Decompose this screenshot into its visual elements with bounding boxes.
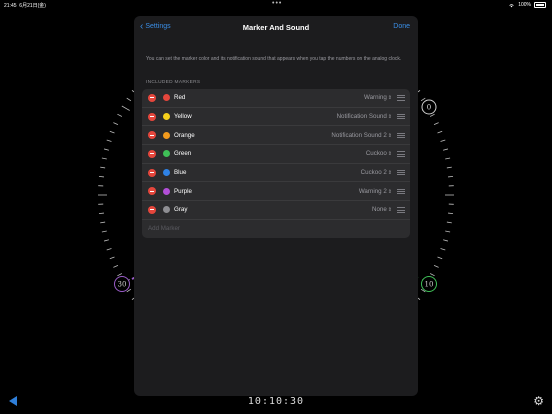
clock-tick <box>109 130 115 134</box>
markers-list: Red Warning⇕ Yellow Notification Sound⇕ … <box>142 89 410 238</box>
marker-row-purple: Purple Warning 2⇕ <box>142 182 410 202</box>
delete-button[interactable] <box>148 131 156 140</box>
clock-tick <box>440 248 446 251</box>
add-marker-input[interactable]: Add Marker <box>148 225 180 232</box>
clock-tick <box>448 175 454 178</box>
clock-tick <box>121 105 130 111</box>
sound-select[interactable]: Warning⇕ <box>364 94 392 101</box>
color-dot <box>163 113 170 121</box>
delete-button[interactable] <box>148 187 156 196</box>
marker-and-sound-sheet: ‹ Settings Marker And Sound Done You can… <box>134 16 418 396</box>
chevron-updown-icon: ⇕ <box>387 114 392 121</box>
section-header: INCLUDED MARKERS <box>146 80 201 85</box>
delete-button[interactable] <box>148 205 156 214</box>
marker-name[interactable]: Yellow <box>174 113 192 120</box>
clock-tick <box>100 166 106 169</box>
page-title: Marker And Sound <box>242 23 310 32</box>
add-marker-row[interactable]: Add Marker <box>142 220 410 238</box>
marker-row-red: Red Warning⇕ <box>142 89 410 108</box>
clock-tick <box>103 148 109 151</box>
clock-tick <box>446 166 452 169</box>
sound-select[interactable]: Notification Sound 2⇕ <box>331 132 392 139</box>
clock-label-10: 10 <box>425 281 434 289</box>
chevron-updown-icon: ⇕ <box>387 151 392 158</box>
clock-tick <box>437 256 443 260</box>
drag-handle-icon[interactable] <box>397 170 405 176</box>
chevron-updown-icon: ⇕ <box>387 207 392 214</box>
sound-select[interactable]: Warning 2⇕ <box>359 188 392 195</box>
marker-row-green: Green Cuckoo⇕ <box>142 145 410 164</box>
clock-tick <box>113 122 119 125</box>
clock-tick <box>101 157 107 160</box>
clock-tick <box>126 97 132 102</box>
sound-select[interactable]: Cuckoo⇕ <box>366 150 392 157</box>
digital-time: 10:10:30 <box>247 396 305 407</box>
clock-tick <box>433 265 439 268</box>
clock-tick <box>448 212 454 215</box>
marker-name[interactable]: Orange <box>174 132 195 139</box>
marker-row-blue: Blue Cuckoo 2⇕ <box>142 164 410 183</box>
clock-tick <box>106 248 112 251</box>
clock-tick <box>98 175 104 178</box>
color-dot <box>163 94 170 102</box>
color-dot <box>163 169 170 177</box>
clock-tick <box>440 139 446 142</box>
clock-label-0: 0 <box>427 104 431 112</box>
clock-tick <box>446 221 452 224</box>
sound-select[interactable]: Cuckoo 2⇕ <box>361 169 392 176</box>
marker-row-yellow: Yellow Notification Sound⇕ <box>142 108 410 127</box>
clock-tick <box>117 273 123 277</box>
marker-row-orange: Orange Notification Sound 2⇕ <box>142 126 410 146</box>
gear-icon[interactable]: ⚙ <box>533 394 544 408</box>
clock-tick <box>445 157 451 160</box>
delete-button[interactable] <box>148 112 156 121</box>
clock-tick <box>445 230 451 233</box>
description-text: You can set the marker color and its not… <box>146 56 402 62</box>
color-dot <box>163 131 170 139</box>
color-dot <box>163 187 170 195</box>
delete-button[interactable] <box>148 149 156 158</box>
clock-tick <box>429 113 435 117</box>
delete-button[interactable] <box>148 93 156 102</box>
clock-tick <box>443 148 449 151</box>
clock-tick <box>103 239 109 242</box>
sound-select[interactable]: Notification Sound⇕ <box>337 113 392 120</box>
chevron-updown-icon: ⇕ <box>387 132 392 139</box>
drag-handle-icon[interactable] <box>397 114 405 120</box>
done-button[interactable]: Done <box>393 23 410 30</box>
drag-handle-icon[interactable] <box>397 95 405 101</box>
clock-tick <box>420 97 426 102</box>
drag-handle-icon[interactable] <box>397 207 405 213</box>
clock-tick <box>117 113 123 117</box>
clock-tick <box>101 230 107 233</box>
clock-tick <box>437 130 443 134</box>
marker-name[interactable]: Blue <box>174 169 186 176</box>
chevron-updown-icon: ⇕ <box>387 95 392 102</box>
marker-name[interactable]: Red <box>174 94 185 101</box>
chevron-updown-icon: ⇕ <box>387 188 392 195</box>
clock-tick <box>443 239 449 242</box>
clock-tick <box>106 139 112 142</box>
chevron-updown-icon: ⇕ <box>387 170 392 177</box>
marker-name[interactable]: Gray <box>174 206 187 213</box>
marker-row-gray: Gray None⇕ <box>142 201 410 220</box>
navigation-bar: ‹ Settings Marker And Sound Done <box>134 16 418 40</box>
clock-tick <box>429 273 435 277</box>
drag-handle-icon[interactable] <box>397 132 405 138</box>
marker-name[interactable]: Purple <box>174 188 192 195</box>
clock-tick <box>433 122 439 125</box>
color-dot <box>163 206 170 214</box>
clock-tick <box>109 256 115 260</box>
marker-name[interactable]: Green <box>174 150 191 157</box>
color-dot <box>163 150 170 158</box>
clock-tick <box>98 212 104 215</box>
clock-tick <box>113 265 119 268</box>
drag-handle-icon[interactable] <box>397 151 405 157</box>
sound-select[interactable]: None⇕ <box>372 206 392 213</box>
clock-tick <box>100 221 106 224</box>
clock-label-30: 30 <box>118 281 127 289</box>
delete-button[interactable] <box>148 168 156 177</box>
drag-handle-icon[interactable] <box>397 188 405 194</box>
